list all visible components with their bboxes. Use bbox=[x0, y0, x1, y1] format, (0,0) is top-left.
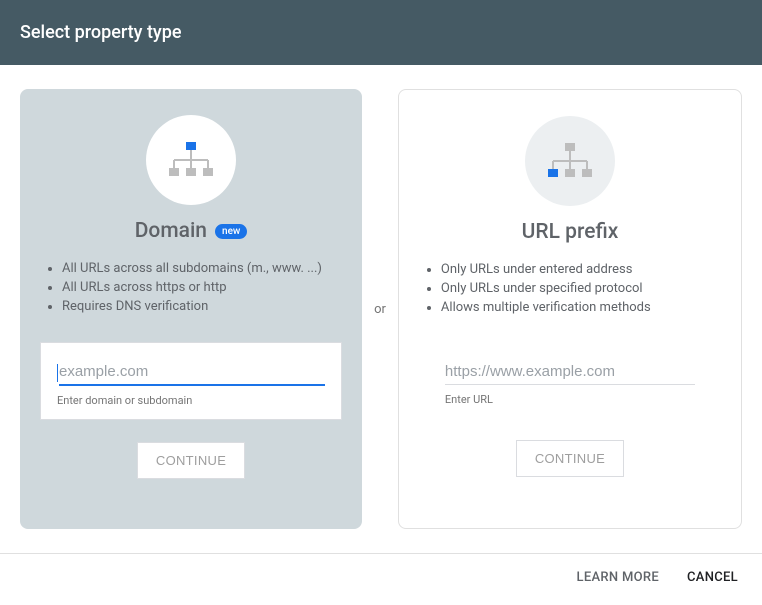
list-item: Requires DNS verification bbox=[62, 297, 342, 316]
sitemap-icon bbox=[545, 141, 595, 181]
domain-input-box: Enter domain or subdomain bbox=[40, 342, 342, 420]
sitemap-icon bbox=[166, 140, 216, 180]
dialog-title: Select property type bbox=[20, 22, 182, 43]
domain-card-title: Domain bbox=[135, 219, 207, 243]
list-item: All URLs across https or http bbox=[62, 278, 342, 297]
urlprefix-icon-circle bbox=[525, 116, 615, 206]
new-badge: new bbox=[215, 224, 247, 239]
domain-input[interactable] bbox=[59, 359, 325, 386]
domain-input-helper: Enter domain or subdomain bbox=[57, 394, 325, 407]
domain-icon-circle bbox=[146, 115, 236, 205]
list-item: Only URLs under specified protocol bbox=[441, 279, 721, 298]
domain-card-title-row: Domain new bbox=[135, 219, 248, 243]
urlprefix-bullet-list: Only URLs under entered address Only URL… bbox=[419, 260, 721, 317]
list-item: All URLs across all subdomains (m., www.… bbox=[62, 259, 342, 278]
list-item: Allows multiple verification methods bbox=[441, 298, 721, 317]
urlprefix-continue-button[interactable]: CONTINUE bbox=[516, 440, 624, 477]
list-item: Only URLs under entered address bbox=[441, 260, 721, 279]
urlprefix-input-helper: Enter URL bbox=[445, 393, 695, 406]
urlprefix-card-title: URL prefix bbox=[522, 220, 619, 244]
or-separator: or bbox=[374, 302, 386, 317]
dialog-body: Domain new All URLs across all subdomain… bbox=[0, 65, 762, 553]
urlprefix-input-box: Enter URL bbox=[419, 343, 721, 418]
domain-bullet-list: All URLs across all subdomains (m., www.… bbox=[40, 259, 342, 316]
urlprefix-property-card[interactable]: URL prefix Only URLs under entered addre… bbox=[398, 89, 742, 529]
urlprefix-card-title-row: URL prefix bbox=[522, 220, 619, 244]
domain-continue-button[interactable]: CONTINUE bbox=[137, 442, 245, 479]
text-cursor bbox=[57, 364, 58, 382]
dialog-footer: LEARN MORE CANCEL bbox=[0, 553, 762, 601]
domain-property-card[interactable]: Domain new All URLs across all subdomain… bbox=[20, 89, 362, 529]
learn-more-button[interactable]: LEARN MORE bbox=[577, 570, 659, 585]
cancel-button[interactable]: CANCEL bbox=[687, 570, 738, 585]
dialog-header: Select property type bbox=[0, 0, 762, 65]
urlprefix-input[interactable] bbox=[445, 359, 695, 385]
